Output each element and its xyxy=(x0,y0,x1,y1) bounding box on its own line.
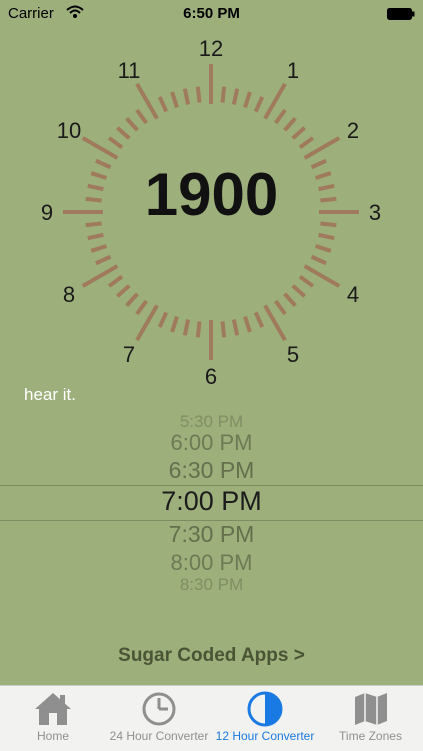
picker-item[interactable]: 8:30 PM xyxy=(0,575,423,590)
minute-tick xyxy=(283,117,297,132)
minute-tick xyxy=(231,88,240,105)
minute-tick xyxy=(298,275,315,288)
tab-12-hour-label: 12 Hour Converter xyxy=(215,729,315,743)
minute-tick xyxy=(170,315,179,333)
minute-tick xyxy=(283,292,297,307)
minute-tick xyxy=(231,319,240,336)
tab-24-hour-label: 24 Hour Converter xyxy=(109,729,209,743)
tab-home[interactable]: Home xyxy=(0,686,106,751)
picker-item[interactable]: 5:30 PM xyxy=(0,412,423,432)
minute-tick xyxy=(195,321,202,338)
minute-tick xyxy=(135,108,148,125)
map-icon xyxy=(318,691,423,727)
picker-item[interactable]: 8:00 PM xyxy=(0,550,423,576)
hour-number: 4 xyxy=(347,282,359,307)
minute-tick xyxy=(90,244,108,253)
hour-number: 1 xyxy=(287,58,299,83)
hour-number: 10 xyxy=(57,118,81,143)
minute-tick xyxy=(107,136,124,149)
minute-tick xyxy=(220,86,227,103)
hour-number: 7 xyxy=(123,342,135,367)
minute-tick xyxy=(157,311,169,328)
minute-tick xyxy=(253,96,265,113)
tab-time-zones-label: Time Zones xyxy=(339,729,402,743)
minute-tick xyxy=(87,232,104,241)
minute-tick xyxy=(182,88,191,105)
minute-tick xyxy=(125,292,139,307)
tab-time-zones[interactable]: Time Zones xyxy=(318,686,423,751)
minute-tick xyxy=(220,321,227,338)
minute-tick xyxy=(310,254,327,266)
house-icon xyxy=(0,691,106,727)
minute-tick xyxy=(95,254,112,266)
minute-tick xyxy=(274,108,287,125)
sugar-coded-apps-link[interactable]: Sugar Coded Apps > xyxy=(0,645,423,667)
minute-tick xyxy=(243,315,252,333)
tab-24-hour-converter[interactable]: 24 Hour Converter xyxy=(106,686,212,751)
minute-tick xyxy=(253,311,265,328)
tab-12-hour-converter[interactable]: 12 Hour Converter xyxy=(212,686,318,751)
tab-bar: Home 24 Hour Converter 12 Hour Converter xyxy=(0,685,423,751)
minute-tick xyxy=(135,299,148,316)
minute-tick xyxy=(314,244,332,253)
picker-item[interactable]: 6:00 PM xyxy=(0,430,423,456)
minute-tick xyxy=(291,284,306,298)
minute-tick xyxy=(298,136,315,149)
hear-it-label[interactable]: hear it. xyxy=(24,385,76,405)
half-circle-icon xyxy=(212,691,318,727)
minute-tick xyxy=(107,275,124,288)
minute-tick xyxy=(116,126,131,140)
minute-tick xyxy=(274,299,287,316)
converted-time-display: 1900 xyxy=(144,161,279,228)
minute-tick xyxy=(116,284,131,298)
minute-tick xyxy=(243,91,252,109)
tab-home-label: Home xyxy=(36,729,69,743)
minute-tick xyxy=(318,232,335,241)
picker-item[interactable]: 7:30 PM xyxy=(0,521,423,548)
hour-number: 11 xyxy=(118,58,141,83)
hour-number: 5 xyxy=(287,342,299,367)
picker-item[interactable]: 6:30 PM xyxy=(0,457,423,484)
minute-tick xyxy=(195,86,202,103)
hour-number: 12 xyxy=(199,36,223,61)
minute-tick xyxy=(170,91,179,109)
hour-number: 8 xyxy=(63,282,75,307)
minute-tick xyxy=(157,96,169,113)
minute-tick xyxy=(125,117,139,132)
hour-number: 2 xyxy=(347,118,359,143)
clock-icon xyxy=(106,691,212,727)
minute-tick xyxy=(182,319,191,336)
hour-number: 6 xyxy=(205,364,217,389)
minute-tick xyxy=(291,126,306,140)
time-picker[interactable]: 5:30 PM 6:00 PM 6:30 PM 7:00 PM 7:30 PM 8:00 … xyxy=(0,410,423,590)
picker-selected-item[interactable]: 7:00 PM xyxy=(0,486,423,517)
